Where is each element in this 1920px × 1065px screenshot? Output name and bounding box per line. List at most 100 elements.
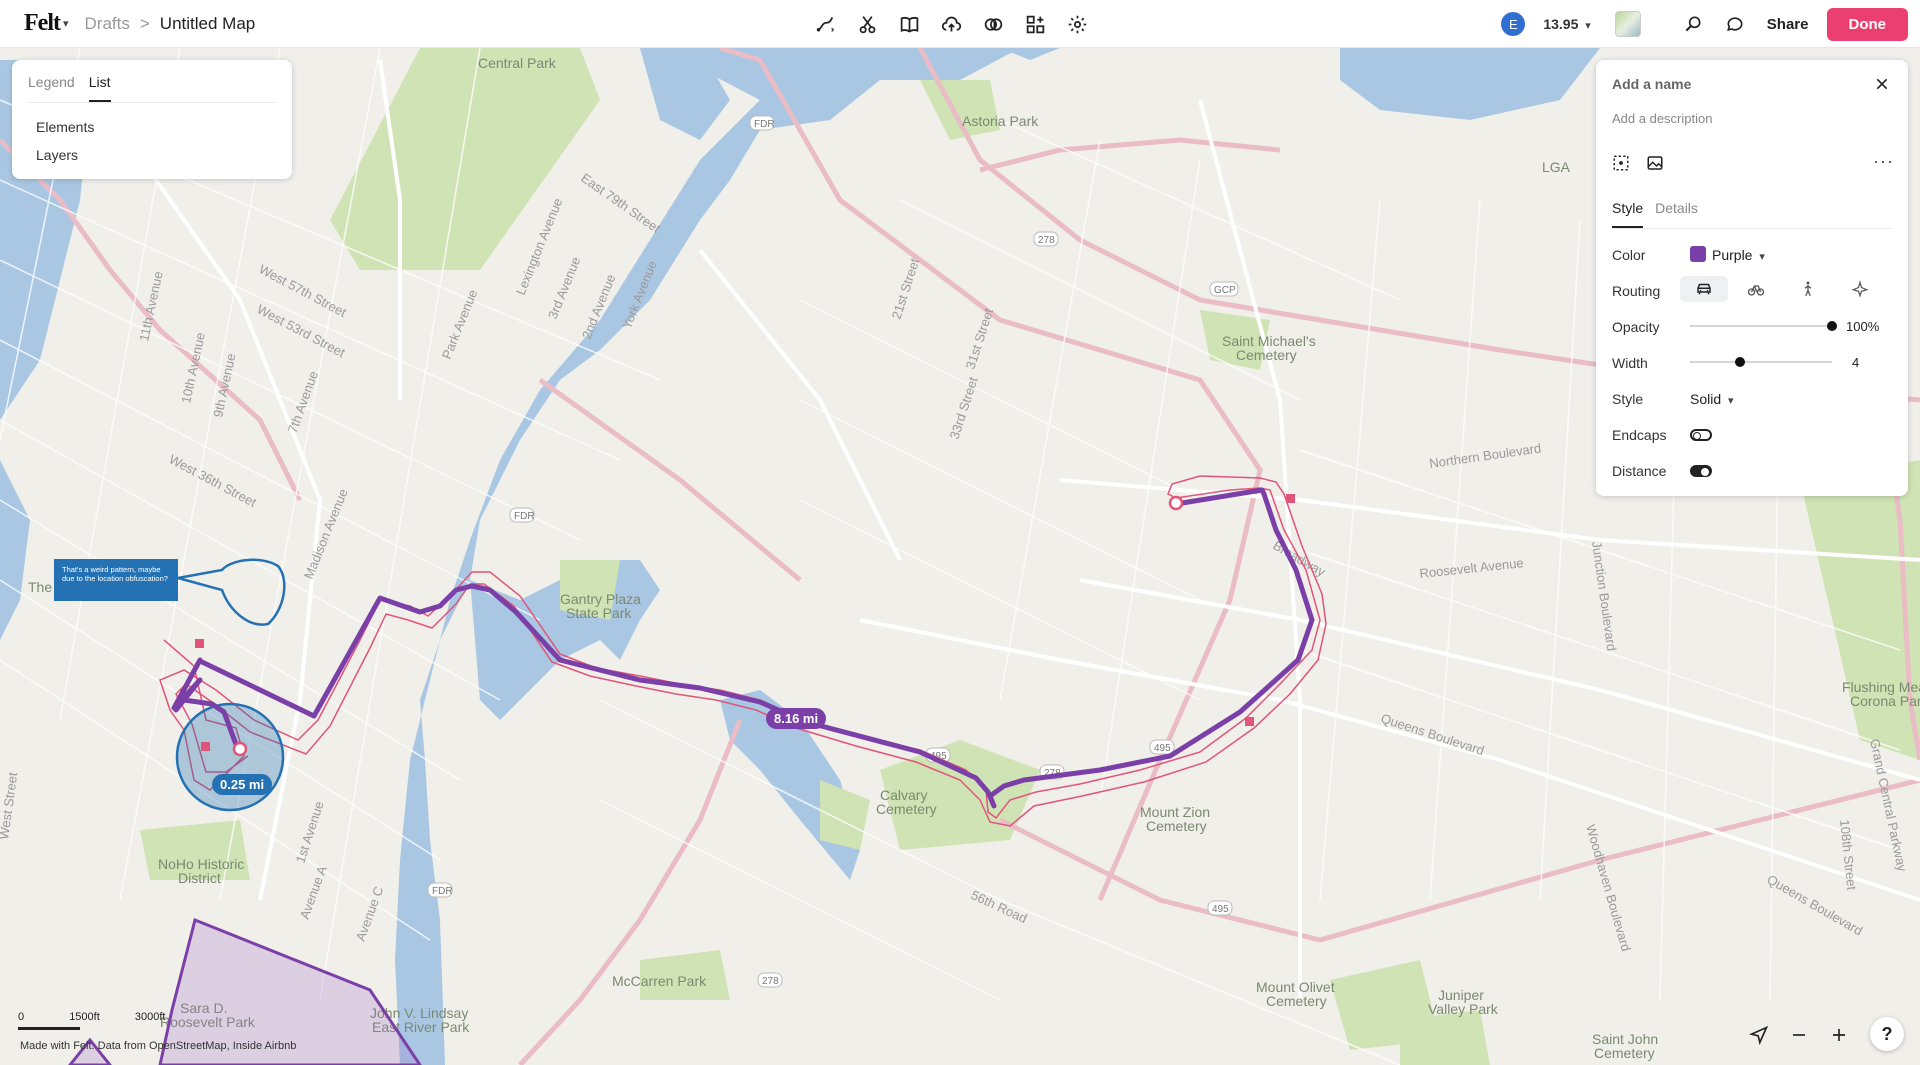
cut-tool[interactable]: [852, 9, 882, 39]
svg-text:FDR: FDR: [754, 119, 775, 130]
route-handle-3[interactable]: [195, 639, 204, 648]
tab-details[interactable]: Details: [1655, 200, 1698, 228]
endcaps-label: Endcaps: [1612, 427, 1667, 443]
walking-icon: [1804, 281, 1812, 297]
car-icon: [1697, 283, 1711, 295]
upload-tool[interactable]: [936, 9, 966, 39]
basemap-thumbnail[interactable]: [1614, 11, 1641, 37]
toggle-knob: [1701, 468, 1709, 476]
felt-logo[interactable]: Felt: [24, 10, 61, 37]
label-the: The: [28, 579, 52, 595]
map-note[interactable]: That's a weird pattern, maybe due to the…: [54, 559, 178, 601]
opacity-slider[interactable]: [1690, 325, 1832, 327]
route-draw-icon: [816, 16, 834, 32]
routing-walk-button[interactable]: [1784, 276, 1832, 302]
label-cemetery-4: Cemetery: [1266, 993, 1327, 1009]
routing-bike-button[interactable]: [1732, 276, 1780, 302]
routing-car-button[interactable]: [1680, 276, 1728, 302]
toggle-layers-icon: [984, 17, 1002, 31]
color-swatch[interactable]: [1690, 246, 1706, 262]
chevron-down-icon: ▾: [1759, 251, 1765, 263]
routing-flight-button[interactable]: [1836, 276, 1884, 302]
chevron-down-icon[interactable]: ▾: [63, 17, 69, 30]
upload-cloud-icon: [941, 16, 961, 31]
top-bar: Felt ▾ Drafts > Untitled Map E 13.95 ▾ S…: [0, 0, 1920, 48]
svg-text:495: 495: [1212, 904, 1229, 915]
label-corona: Corona Park: [1850, 693, 1920, 709]
line-style-dropdown[interactable]: Solid ▾: [1690, 391, 1734, 407]
opacity-label: Opacity: [1612, 319, 1660, 335]
tab-style[interactable]: Style: [1612, 200, 1644, 228]
opacity-value: 100%: [1846, 319, 1880, 334]
toggle-knob: [1693, 432, 1701, 440]
zoom-in-button[interactable]: [1824, 1020, 1854, 1050]
scissors-icon: [859, 15, 875, 33]
element-name-input[interactable]: Add a name: [1612, 76, 1691, 92]
search-button[interactable]: [1679, 10, 1707, 38]
select-dashed-icon: [1613, 155, 1629, 171]
chevron-down-icon: ▾: [1728, 395, 1734, 407]
label-cemetery-5: Cemetery: [1594, 1045, 1655, 1061]
tab-list[interactable]: List: [88, 74, 111, 102]
settings-tool[interactable]: [1062, 9, 1092, 39]
plus-icon: [1833, 1029, 1845, 1041]
width-slider[interactable]: [1690, 361, 1832, 363]
route-handle-2[interactable]: [1245, 717, 1254, 726]
width-value: 4: [1852, 355, 1860, 370]
image-button[interactable]: [1644, 152, 1666, 174]
select-area-button[interactable]: [1610, 152, 1632, 174]
location-arrow-icon: [1749, 1025, 1769, 1045]
line-style-value: Solid: [1690, 391, 1722, 407]
tab-legend[interactable]: Legend: [28, 74, 75, 102]
airplane-icon: [1851, 280, 1869, 298]
width-slider-thumb[interactable]: [1734, 357, 1745, 367]
more-options-button[interactable]: ···: [1873, 152, 1894, 170]
svg-text:FDR: FDR: [432, 886, 453, 897]
width-label: Width: [1612, 355, 1648, 371]
done-button[interactable]: Done: [1826, 7, 1908, 41]
settings-gear-icon: [1068, 15, 1086, 33]
endcaps-toggle[interactable]: [1690, 429, 1712, 441]
chevron-down-icon: ▾: [1585, 20, 1591, 32]
user-avatar[interactable]: E: [1501, 12, 1526, 36]
library-tool[interactable]: [894, 9, 924, 39]
list-item-layers[interactable]: Layers: [36, 141, 292, 169]
legend-list-panel: Legend List Elements Layers: [12, 60, 292, 179]
style-label: Style: [1612, 391, 1644, 407]
route-handle-1[interactable]: [1286, 494, 1295, 503]
label-district: District: [178, 870, 221, 886]
share-button[interactable]: Share: [1767, 16, 1809, 33]
route-handle-4[interactable]: [201, 742, 210, 751]
scale-label-2: 3000ft: [134, 1011, 166, 1023]
map-title[interactable]: Untitled Map: [160, 14, 255, 34]
color-value: Purple: [1712, 247, 1753, 263]
element-description-input[interactable]: Add a description: [1612, 111, 1712, 126]
components-tool[interactable]: [1020, 9, 1050, 39]
zoom-level-dropdown[interactable]: 13.95 ▾: [1543, 16, 1590, 32]
route-draw-tool[interactable]: [810, 9, 840, 39]
color-dropdown[interactable]: Purple ▾: [1712, 247, 1765, 263]
list-item-elements[interactable]: Elements: [36, 113, 292, 141]
style-details-tabs: Style Details: [1612, 200, 1892, 229]
panel-tabs: Legend List: [28, 74, 276, 103]
close-icon: [1876, 78, 1888, 90]
drawing-toolbar: [810, 0, 1092, 48]
breadcrumb-drafts[interactable]: Drafts: [85, 14, 130, 34]
label-cemetery-1: Cemetery: [876, 801, 937, 817]
short-route-end-handle[interactable]: [232, 741, 248, 757]
opacity-slider-thumb[interactable]: [1827, 321, 1837, 331]
comments-button[interactable]: [1721, 10, 1749, 38]
distance-toggle[interactable]: [1690, 465, 1712, 477]
image-icon: [1647, 156, 1663, 170]
zoom-level-value: 13.95: [1543, 16, 1579, 32]
locate-button[interactable]: [1744, 1020, 1774, 1050]
color-label: Color: [1612, 247, 1646, 263]
label-valley-park: Valley Park: [1428, 1001, 1499, 1017]
add-components-icon: [1026, 15, 1044, 33]
layers-toggle-tool[interactable]: [978, 9, 1008, 39]
close-button[interactable]: [1870, 72, 1894, 96]
zoom-out-button[interactable]: [1784, 1020, 1814, 1050]
map-attribution[interactable]: Made with Felt. Data from OpenStreetMap,…: [20, 1040, 296, 1052]
route-start-handle[interactable]: [1168, 495, 1184, 511]
help-button[interactable]: ?: [1870, 1017, 1904, 1051]
